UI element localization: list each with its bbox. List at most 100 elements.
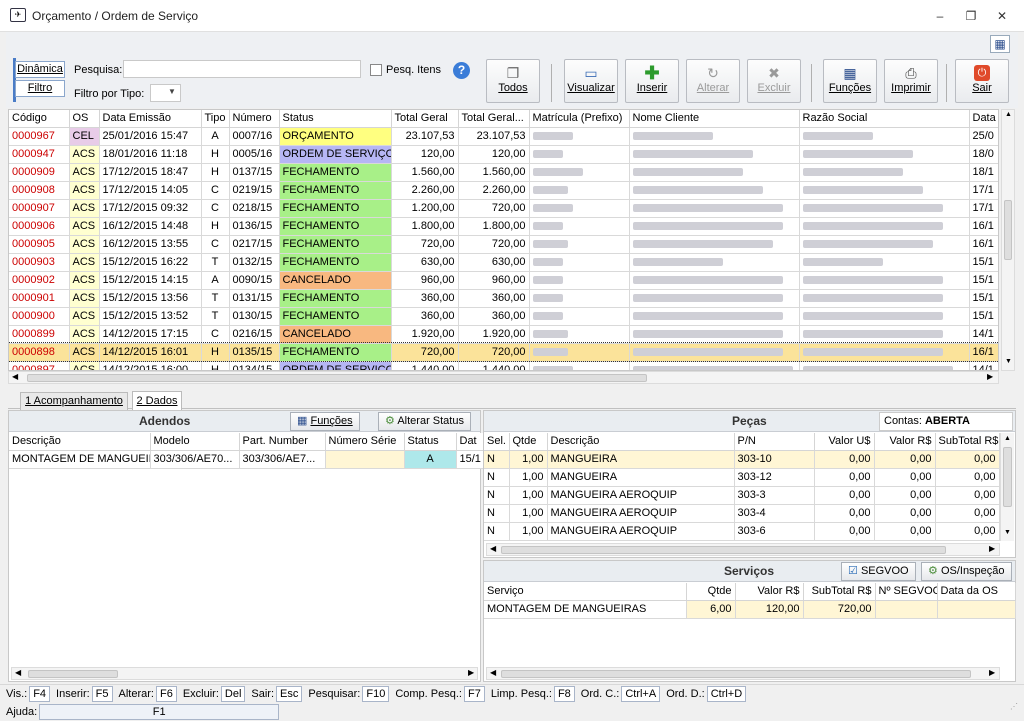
scroll-right-icon[interactable]: ▶ (987, 372, 993, 381)
todos-button[interactable]: ❐ Todos (486, 59, 540, 103)
table-row[interactable]: 0000900 ACS 15/12/2015 13:52 T 0130/15 FECHAM… (9, 307, 998, 326)
column-header[interactable]: Valor R$ (735, 583, 804, 601)
column-header[interactable]: Tipo (201, 110, 230, 128)
adendos-horizontal-scrollbar[interactable]: ◀ ▶ (11, 667, 478, 680)
servicos-horizontal-scrollbar[interactable]: ◀ ▶ (486, 667, 1000, 680)
column-header[interactable]: Serviço (484, 583, 687, 601)
column-header[interactable]: P/N (734, 433, 815, 451)
scroll-right-icon[interactable]: ▶ (468, 668, 474, 677)
imprimir-button[interactable]: ⎙ Imprimir (884, 59, 938, 103)
column-header[interactable]: Número Série (325, 433, 405, 451)
pecas-vertical-scrollbar[interactable]: ▲ ▼ (1000, 433, 1014, 541)
tab-dados[interactable]: 2 Dados (132, 391, 182, 410)
table-row[interactable]: 0000908 ACS 17/12/2015 14:05 C 0219/15 FECHAM… (9, 181, 998, 200)
segvoo-button[interactable]: ☑ SEGVOO (841, 562, 916, 581)
scroll-left-icon[interactable]: ◀ (490, 544, 496, 553)
scroll-right-icon[interactable]: ▶ (989, 544, 995, 553)
column-header[interactable]: Qtde (509, 433, 548, 451)
column-header[interactable]: Status (404, 433, 457, 451)
scroll-thumb[interactable] (1003, 447, 1012, 507)
column-header[interactable]: Data Emissão (99, 110, 202, 128)
main-horizontal-scrollbar[interactable]: ◀ ▶ (8, 371, 999, 384)
column-header[interactable]: SubTotal R$ (803, 583, 876, 601)
column-header[interactable]: Número (229, 110, 280, 128)
table-row[interactable]: 0000902 ACS 15/12/2015 14:15 A 0090/15 CANCEL… (9, 271, 998, 290)
scroll-right-icon[interactable]: ▶ (989, 668, 995, 677)
table-row[interactable]: 0000947 ACS 18/01/2016 11:18 H 0005/16 ORDEM … (9, 145, 998, 164)
close-icon[interactable]: ✕ (994, 8, 1010, 24)
alterar-status-button[interactable]: ⚙ Alterar Status (378, 412, 471, 431)
search-input[interactable] (123, 60, 361, 78)
column-header[interactable]: Data da OS (937, 583, 1016, 601)
table-row[interactable]: 0000901 ACS 15/12/2015 13:56 T 0131/15 FECHAM… (9, 289, 998, 308)
pecas-horizontal-scrollbar[interactable]: ◀ ▶ (486, 543, 1000, 556)
scroll-left-icon[interactable]: ◀ (12, 372, 18, 381)
table-row[interactable]: 0000906 ACS 16/12/2015 14:48 H 0136/15 FECHAM… (9, 217, 998, 236)
column-header[interactable]: Matrícula (Prefixo) (529, 110, 630, 128)
tab-dinamica[interactable]: Dinâmica (15, 61, 65, 78)
scroll-up-icon[interactable]: ▲ (1005, 111, 1012, 118)
excluir-button[interactable]: ✖ Excluir (747, 59, 801, 103)
column-header[interactable]: Valor U$ (814, 433, 875, 451)
filtro-tipo-select[interactable]: ▼ (150, 84, 181, 102)
table-row[interactable]: 0000903 ACS 15/12/2015 16:22 T 0132/15 FECHAM… (9, 253, 998, 272)
vertical-scrollbar[interactable]: ▲ ▼ (1001, 109, 1015, 371)
table-row[interactable]: 0000898 ACS 14/12/2015 16:01 H 0135/15 FECHAM… (9, 342, 998, 362)
table-row[interactable]: N 1,00 MANGUEIRA 303-10 0,00 0,00 0,00 (484, 450, 1000, 469)
scroll-thumb[interactable] (501, 670, 971, 678)
table-row[interactable]: N 1,00 MANGUEIRA AEROQUIP 303-4 0,00 0,00 0,00 (484, 504, 1000, 523)
table-row[interactable]: 0000897 ACS 14/12/2015 16:00 H 0134/15 ORDEM … (9, 361, 998, 370)
column-header[interactable]: Qtde (686, 583, 736, 601)
help-icon[interactable]: ? (453, 62, 470, 79)
column-header[interactable]: Data (969, 110, 998, 128)
column-header[interactable]: Total Geral (391, 110, 459, 128)
minimize-icon[interactable]: – (932, 8, 948, 24)
column-header[interactable]: Nº SEGVOO (875, 583, 938, 601)
table-row[interactable]: 0000905 ACS 16/12/2015 13:55 C 0217/15 FECHAM… (9, 235, 998, 254)
table-row[interactable]: N 1,00 MANGUEIRA AEROQUIP 303-6 0,00 0,00 0,00 (484, 522, 1000, 541)
tab-acompanhamento[interactable]: 1 Acompanhamento (20, 392, 128, 410)
column-header[interactable]: Nome Cliente (629, 110, 800, 128)
alterar-button[interactable]: ↻ Alterar (686, 59, 740, 103)
funcoes-button[interactable]: ▦ Funções (823, 59, 877, 103)
table-row[interactable]: 0000899 ACS 14/12/2015 17:15 C 0216/15 CANCEL… (9, 325, 998, 344)
scroll-left-icon[interactable]: ◀ (15, 668, 21, 677)
pesq-itens-checkbox[interactable] (370, 64, 382, 76)
column-header[interactable]: Código (9, 110, 70, 128)
scroll-thumb[interactable] (501, 546, 946, 554)
sair-button[interactable]: ⏻ Sair (955, 59, 1009, 103)
column-header[interactable]: Part. Number (239, 433, 326, 451)
table-row[interactable]: N 1,00 MANGUEIRA 303-12 0,00 0,00 0,00 (484, 468, 1000, 487)
table-row[interactable]: MONTAGEM DE MANGUEIRAS 6,00 120,00 720,00 (484, 600, 1016, 619)
column-header[interactable]: Modelo (150, 433, 240, 451)
column-header[interactable]: Razão Social (799, 110, 970, 128)
column-header[interactable]: Sel. (484, 433, 510, 451)
scroll-down-icon[interactable]: ▼ (1004, 529, 1011, 536)
table-row[interactable]: N 1,00 MANGUEIRA AEROQUIP 303-3 0,00 0,00 0,00 (484, 486, 1000, 505)
table-row[interactable]: 0000909 ACS 17/12/2015 18:47 H 0137/15 FECHAM… (9, 163, 998, 182)
adendos-funcoes-button[interactable]: ▦ Funções (290, 412, 360, 431)
scroll-thumb[interactable] (28, 670, 118, 678)
os-inspecao-button[interactable]: ⚙ OS/Inspeção (921, 562, 1012, 581)
restore-icon[interactable]: ❐ (963, 8, 979, 24)
column-header[interactable]: Valor R$ (874, 433, 936, 451)
table-row[interactable]: MONTAGEM DE MANGUEIRA 303/306/AE70... 303/… (9, 450, 496, 469)
scroll-up-icon[interactable]: ▲ (1004, 435, 1011, 442)
column-header[interactable]: Descrição (547, 433, 735, 451)
column-header[interactable]: Total Geral... (458, 110, 530, 128)
column-header[interactable]: OS (69, 110, 100, 128)
resize-grip-icon[interactable]: ⋰ (1010, 702, 1018, 711)
column-header[interactable]: Descrição (9, 433, 151, 451)
scroll-down-icon[interactable]: ▼ (1005, 358, 1012, 365)
table-row[interactable]: 0000967 CEL 25/01/2016 15:47 A 0007/16 ORÇAME… (9, 127, 998, 146)
scroll-thumb[interactable] (27, 374, 647, 382)
scroll-left-icon[interactable]: ◀ (490, 668, 496, 677)
grid-config-icon[interactable]: ▦ (990, 35, 1010, 53)
table-row[interactable]: 0000907 ACS 17/12/2015 09:32 C 0218/15 FECHAM… (9, 199, 998, 218)
column-header[interactable]: Status (279, 110, 392, 128)
inserir-button[interactable]: ✚ Inserir (625, 59, 679, 103)
column-header[interactable]: SubTotal R$ (935, 433, 1000, 451)
tab-filtro[interactable]: Filtro (15, 80, 65, 97)
scroll-thumb[interactable] (1004, 200, 1012, 260)
visualizar-button[interactable]: ▭ Visualizar (564, 59, 618, 103)
